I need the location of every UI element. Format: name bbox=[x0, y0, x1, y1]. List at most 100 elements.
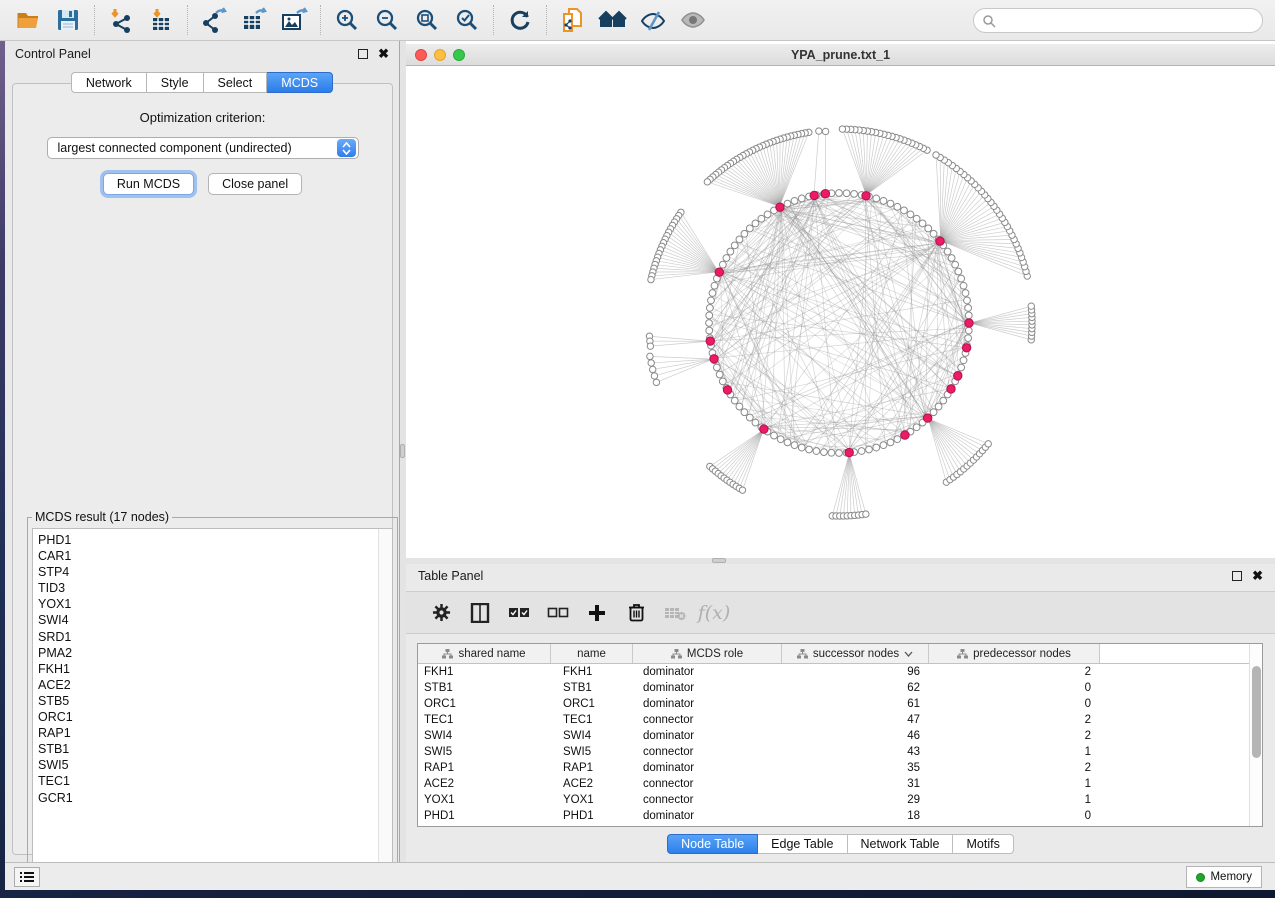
table-row[interactable]: SWI4SWI4dominator462 bbox=[418, 728, 1262, 744]
add-row-button[interactable] bbox=[582, 598, 612, 628]
mcds-result-list[interactable]: PHD1CAR1STP4TID3YOX1SWI4SRD1PMA2FKH1ACE2… bbox=[33, 529, 392, 806]
table-settings-button[interactable] bbox=[426, 598, 456, 628]
column-header-predecessor-nodes[interactable]: predecessor nodes bbox=[929, 644, 1100, 663]
mcds-result-item[interactable]: FKH1 bbox=[38, 661, 392, 677]
tab-select[interactable]: Select bbox=[204, 72, 268, 93]
close-panel-button[interactable]: Close panel bbox=[208, 173, 302, 195]
mcds-result-item[interactable]: SRD1 bbox=[38, 629, 392, 645]
cell: connector bbox=[633, 714, 782, 726]
column-header-successor-nodes[interactable]: successor nodes bbox=[782, 644, 929, 663]
column-header-name[interactable]: name bbox=[551, 644, 633, 663]
select-all-button[interactable] bbox=[504, 598, 534, 628]
mcds-result-item[interactable]: STB5 bbox=[38, 693, 392, 709]
deselect-all-button[interactable] bbox=[543, 598, 573, 628]
mcds-result-item[interactable]: SWI4 bbox=[38, 612, 392, 628]
table-row[interactable]: ACE2ACE2connector311 bbox=[418, 776, 1262, 792]
mcds-result-item[interactable]: TID3 bbox=[38, 580, 392, 596]
mcds-list-scrollbar[interactable] bbox=[378, 529, 392, 874]
export-network-button[interactable] bbox=[194, 3, 234, 37]
zoom-out-button[interactable] bbox=[367, 3, 407, 37]
cell: 2 bbox=[929, 666, 1100, 678]
list-icon bbox=[20, 871, 34, 883]
zoom-selected-icon bbox=[454, 7, 480, 33]
network-graph[interactable] bbox=[406, 66, 1275, 558]
tab-edge-table[interactable]: Edge Table bbox=[758, 834, 847, 854]
zoom-out-icon bbox=[374, 7, 400, 33]
import-table-button[interactable] bbox=[141, 3, 181, 37]
zoom-selected-button[interactable] bbox=[447, 3, 487, 37]
cell: connector bbox=[633, 746, 782, 758]
mcds-result-item[interactable]: ORC1 bbox=[38, 709, 392, 725]
mcds-result-item[interactable]: ACE2 bbox=[38, 677, 392, 693]
hide-graphics-details-button[interactable] bbox=[633, 3, 673, 37]
close-panel-icon[interactable]: ✖ bbox=[378, 49, 389, 59]
split-view-button[interactable] bbox=[465, 598, 495, 628]
home-view-button[interactable] bbox=[593, 3, 633, 37]
tab-network-table[interactable]: Network Table bbox=[848, 834, 954, 854]
column-label: shared name bbox=[458, 648, 525, 660]
table-row[interactable]: YOX1YOX1connector291 bbox=[418, 792, 1262, 808]
column-type-icon bbox=[797, 649, 808, 659]
table-row[interactable]: RAP1RAP1dominator352 bbox=[418, 760, 1262, 776]
mcds-result-title: MCDS result (17 nodes) bbox=[32, 510, 172, 524]
column-header-MCDS-role[interactable]: MCDS role bbox=[633, 644, 782, 663]
cell: 47 bbox=[782, 714, 929, 726]
cell: dominator bbox=[633, 682, 782, 694]
mcds-result-item[interactable]: TEC1 bbox=[38, 773, 392, 789]
cell: connector bbox=[633, 794, 782, 806]
export-image-button[interactable] bbox=[274, 3, 314, 37]
table-row[interactable]: TEC1TEC1connector472 bbox=[418, 712, 1262, 728]
mcds-result-item[interactable]: SWI5 bbox=[38, 757, 392, 773]
optimization-criterion-select[interactable]: largest connected component (undirected) bbox=[47, 137, 359, 159]
show-graphics-details-button[interactable] bbox=[673, 3, 713, 37]
float-panel-icon[interactable] bbox=[1232, 571, 1242, 581]
cell: 96 bbox=[782, 666, 929, 678]
zoom-in-button[interactable] bbox=[327, 3, 367, 37]
task-history-button[interactable] bbox=[14, 867, 40, 887]
table-row[interactable]: PHD1PHD1dominator180 bbox=[418, 808, 1262, 824]
close-panel-icon[interactable]: ✖ bbox=[1252, 571, 1263, 581]
delete-row-button[interactable] bbox=[621, 598, 651, 628]
mcds-result-item[interactable]: STB1 bbox=[38, 741, 392, 757]
splitter-grip[interactable] bbox=[712, 558, 726, 563]
refresh-view-button[interactable] bbox=[500, 3, 540, 37]
mcds-result-item[interactable]: CAR1 bbox=[38, 548, 392, 564]
mcds-result-item[interactable]: RAP1 bbox=[38, 725, 392, 741]
table-scrollbar[interactable] bbox=[1249, 644, 1262, 826]
mcds-result-item[interactable]: PHD1 bbox=[38, 532, 392, 548]
zoom-fit-button[interactable] bbox=[407, 3, 447, 37]
column-header-shared-name[interactable]: shared name bbox=[418, 644, 551, 663]
search-input[interactable] bbox=[996, 14, 1262, 28]
toolbar-separator bbox=[187, 5, 188, 35]
mcds-result-item[interactable]: PMA2 bbox=[38, 645, 392, 661]
tab-mcds[interactable]: MCDS bbox=[267, 72, 333, 93]
network-titlebar[interactable]: YPA_prune.txt_1 bbox=[406, 44, 1275, 66]
network-view-window: YPA_prune.txt_1 bbox=[406, 41, 1275, 558]
mcds-result-item[interactable]: GCR1 bbox=[38, 790, 392, 806]
table-row[interactable]: SWI5SWI5connector431 bbox=[418, 744, 1262, 760]
function-builder-button[interactable]: f(x) bbox=[699, 598, 729, 628]
memory-button[interactable]: Memory bbox=[1186, 866, 1262, 888]
tab-motifs[interactable]: Motifs bbox=[953, 834, 1013, 854]
table-row[interactable]: ORC1ORC1dominator610 bbox=[418, 696, 1262, 712]
refresh-icon bbox=[507, 7, 533, 33]
scrollbar-thumb[interactable] bbox=[1252, 666, 1261, 758]
export-table-button[interactable] bbox=[234, 3, 274, 37]
share-document-button[interactable] bbox=[553, 3, 593, 37]
table-row[interactable]: STB1STB1dominator620 bbox=[418, 680, 1262, 696]
mcds-result-item[interactable]: YOX1 bbox=[38, 596, 392, 612]
save-session-button[interactable] bbox=[48, 3, 88, 37]
run-mcds-button[interactable]: Run MCDS bbox=[103, 173, 194, 195]
open-file-button[interactable] bbox=[8, 3, 48, 37]
delete-table-button[interactable] bbox=[660, 598, 690, 628]
import-network-button[interactable] bbox=[101, 3, 141, 37]
network-canvas[interactable] bbox=[406, 66, 1275, 558]
tab-network[interactable]: Network bbox=[71, 72, 147, 93]
tab-node-table[interactable]: Node Table bbox=[667, 834, 758, 854]
float-panel-icon[interactable] bbox=[358, 49, 368, 59]
splitter-grip[interactable] bbox=[400, 444, 405, 458]
mcds-result-item[interactable]: STP4 bbox=[38, 564, 392, 580]
tab-style[interactable]: Style bbox=[147, 72, 204, 93]
table-row[interactable]: FKH1FKH1dominator962 bbox=[418, 664, 1262, 680]
column-label: predecessor nodes bbox=[973, 648, 1071, 660]
